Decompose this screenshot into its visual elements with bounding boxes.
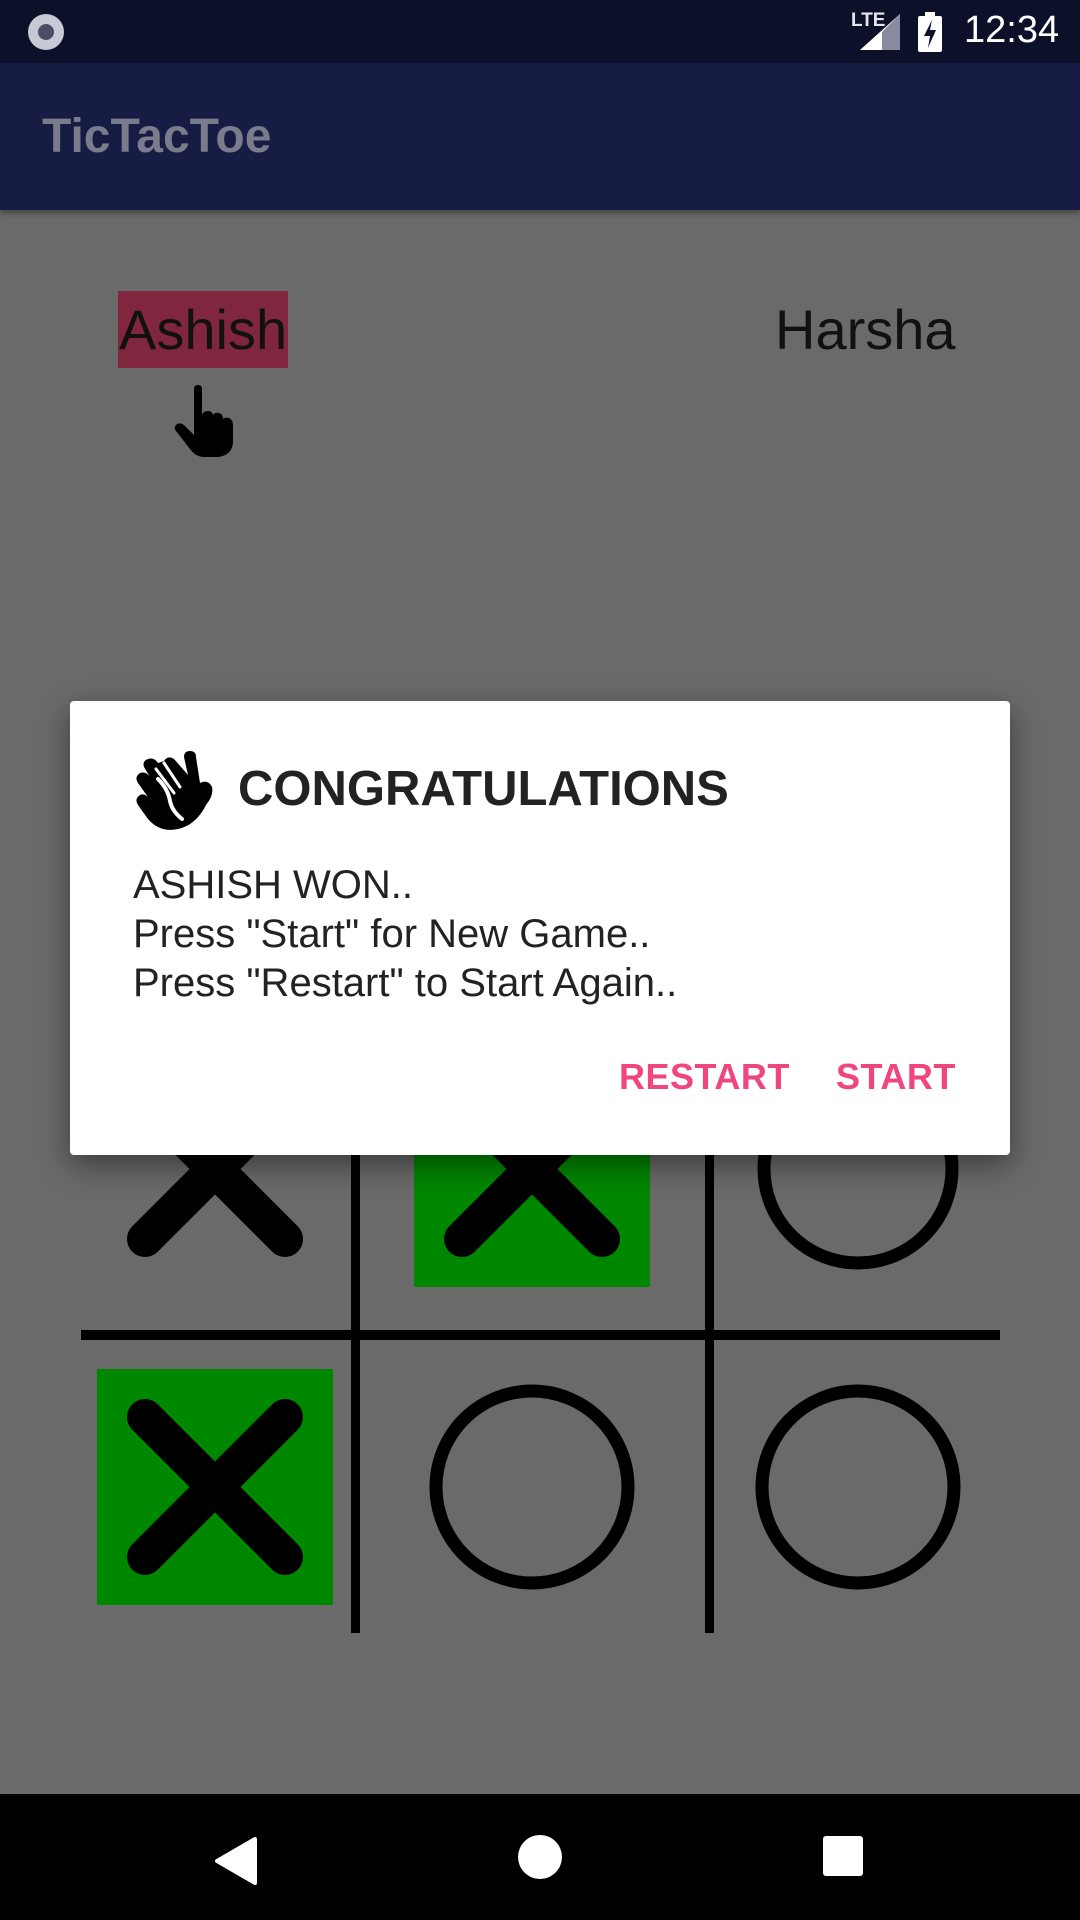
back-icon[interactable] <box>213 1837 257 1885</box>
o-mark-icon <box>755 1384 961 1590</box>
dialog-message: ASHISH WON.. Press "Start" for New Game.… <box>133 861 677 1008</box>
x-mark-icon <box>127 1399 303 1575</box>
o-mark-icon <box>429 1384 635 1590</box>
cell-row2-col1[interactable] <box>97 1369 333 1605</box>
cell-row2-col3[interactable] <box>740 1369 976 1605</box>
cell-row2-col2[interactable] <box>414 1369 650 1605</box>
clapping-hands-icon <box>136 751 213 830</box>
home-icon[interactable] <box>518 1835 562 1879</box>
board-line-vertical-1 <box>351 1155 360 1633</box>
win-dialog: CONGRATULATIONS ASHISH WON.. Press "Star… <box>70 701 1010 1155</box>
start-button[interactable]: START <box>836 1056 956 1098</box>
dialog-message-line: Press "Restart" to Start Again.. <box>133 961 678 1005</box>
recents-icon[interactable] <box>823 1836 863 1876</box>
restart-button[interactable]: RESTART <box>619 1056 790 1098</box>
board-line-vertical-2 <box>705 1155 714 1633</box>
board-line-horizontal <box>81 1330 1000 1340</box>
dialog-title: CONGRATULATIONS <box>238 762 729 816</box>
dialog-message-line: Press "Start" for New Game.. <box>133 912 651 956</box>
dialog-message-line: ASHISH WON.. <box>133 863 414 907</box>
